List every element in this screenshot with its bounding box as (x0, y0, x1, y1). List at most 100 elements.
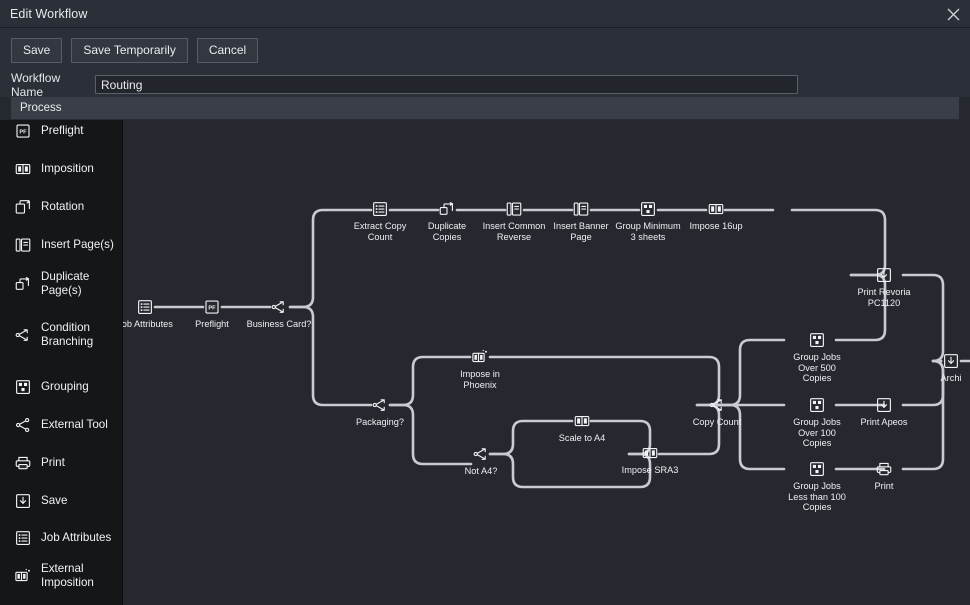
duplicate-pages-icon (438, 200, 456, 218)
sidebar-item-label: External Imposition (41, 562, 94, 589)
page-title: Edit Workflow (10, 6, 88, 21)
sidebar-item-external-tool[interactable]: External Tool (0, 415, 122, 434)
rotation-icon (13, 197, 32, 216)
grouping-icon (639, 200, 657, 218)
grouping-icon (808, 396, 826, 414)
sidebar-item-job-attributes[interactable]: Job Attributes (0, 528, 122, 547)
close-icon[interactable] (942, 4, 964, 24)
sidebar-item-label: Condition Branching (41, 321, 94, 348)
workflow-node-label: Impose 16up (689, 221, 743, 231)
workflow-node-business-card[interactable]: Business Card? (229, 298, 329, 330)
workflow-canvas[interactable]: Job AttributesPFPreflightBusiness Card?E… (123, 120, 970, 605)
sidebar-item-label: Print (41, 455, 65, 469)
insert-pages-icon (505, 200, 523, 218)
external-imposition-icon (13, 566, 32, 585)
save-icon (875, 266, 893, 284)
workflow-node-label: Business Card? (246, 319, 312, 329)
workflow-name-label: Workflow Name (11, 70, 61, 99)
condition-branching-icon (472, 445, 490, 463)
workflow-node-packaging[interactable]: Packaging? (330, 396, 430, 428)
save-icon (875, 396, 893, 414)
save-temporarily-button[interactable]: Save Temporarily (71, 38, 188, 63)
job-attributes-icon (371, 200, 389, 218)
condition-branching-icon (270, 298, 288, 316)
svg-text:PF: PF (208, 305, 216, 311)
preflight-icon: PF (13, 121, 32, 140)
workflow-name-row: Workflow Name (0, 70, 970, 99)
sidebar-item-save[interactable]: Save (0, 491, 122, 510)
sidebar-item-label: Insert Page(s) (41, 237, 114, 251)
workflow-node-impose-16up[interactable]: Impose 16up (666, 200, 766, 232)
imposition-icon (707, 200, 725, 218)
sidebar-item-label: Imposition (41, 161, 94, 175)
workflow-node-label: Archi (940, 373, 962, 383)
preflight-icon: PF (203, 298, 221, 316)
workflow-node-label: Impose in Phoenix (460, 369, 500, 390)
save-icon (13, 491, 32, 510)
imposition-icon (573, 412, 591, 430)
save-icon (942, 352, 960, 370)
job-attributes-icon (13, 528, 32, 547)
process-section-header: Process (11, 97, 959, 120)
process-label: Process (20, 102, 62, 114)
sidebar-item-label: Job Attributes (41, 530, 112, 544)
title-bar: Edit Workflow (0, 0, 970, 28)
grouping-icon (808, 460, 826, 478)
workflow-node-impose-sra3[interactable]: Impose SRA3 (600, 444, 700, 476)
workflow-node-print-revoria[interactable]: Print Revoria PC1120 (834, 266, 934, 308)
grouping-icon (808, 331, 826, 349)
workflow-node-scale-a4[interactable]: Scale to A4 (532, 412, 632, 444)
sidebar-item-insert-page-s[interactable]: Insert Page(s) (0, 235, 122, 254)
workflow-node-label: Group Jobs Over 500 Copies (793, 352, 841, 384)
cancel-button[interactable]: Cancel (196, 38, 259, 63)
insert-pages-icon (13, 235, 32, 254)
imposition-icon (13, 159, 32, 178)
workflow-node-print[interactable]: Print (834, 460, 934, 492)
insert-pages-icon (572, 200, 590, 218)
duplicate-pages-icon (13, 274, 32, 293)
sidebar-item-label: Rotation (41, 199, 85, 213)
sidebar-item-rotation[interactable]: Rotation (0, 197, 122, 216)
sidebar-item-external-imposition[interactable]: External Imposition (0, 562, 122, 589)
workflow-name-input[interactable] (95, 75, 798, 94)
sidebar-item-print[interactable]: Print (0, 453, 122, 472)
workflow-node-group-over-500[interactable]: Group Jobs Over 500 Copies (767, 331, 867, 384)
edit-workflow-dialog: Edit Workflow Save Save Temporarily Canc… (0, 0, 970, 605)
print-icon (875, 460, 893, 478)
sidebar-item-duplicate-page-s[interactable]: Duplicate Page(s) (0, 270, 122, 297)
toolbar: Save Save Temporarily Cancel (0, 28, 970, 73)
workflow-node-impose-phoenix[interactable]: Impose in Phoenix (430, 348, 530, 390)
workflow-node-label: Print Revoria PC1120 (857, 287, 911, 308)
workflow-node-archive[interactable]: Archi (901, 352, 970, 384)
sidebar-item-label: Preflight (41, 123, 84, 137)
workflow-node-label: Copy Count (692, 417, 742, 427)
workflow-node-copy-count[interactable]: Copy Count (667, 396, 767, 428)
grouping-icon (13, 377, 32, 396)
sidebar-item-condition-branching[interactable]: Condition Branching (0, 321, 122, 348)
save-button[interactable]: Save (11, 38, 63, 63)
sidebar-item-label: External Tool (41, 417, 108, 431)
job-attributes-icon (136, 298, 154, 316)
print-icon (13, 453, 32, 472)
workflow-node-label: Preflight (195, 319, 229, 329)
workflow-node-label: Scale to A4 (558, 433, 606, 443)
workflow-node-label: Not A4? (464, 466, 498, 476)
external-imposition-icon (471, 348, 489, 366)
condition-branching-icon (708, 396, 726, 414)
palette-sidebar[interactable]: PF Preflight Imposition Rotation Insert Page… (0, 120, 123, 605)
condition-branching-icon (371, 396, 389, 414)
sidebar-item-label: Grouping (41, 379, 89, 393)
svg-text:PF: PF (19, 129, 27, 135)
workflow-node-label: Packaging? (355, 417, 404, 427)
workflow-node-label: Impose SRA3 (621, 465, 679, 475)
workflow-node-label: Duplicate Copies (427, 221, 467, 242)
workflow-node-print-apeos[interactable]: Print Apeos (834, 396, 934, 428)
sidebar-item-preflight[interactable]: PF Preflight (0, 121, 122, 140)
external-tool-icon (13, 415, 32, 434)
sidebar-item-label: Duplicate Page(s) (41, 270, 90, 297)
workflow-node-label: Print (874, 481, 894, 491)
workflow-node-label: Print Apeos (860, 417, 908, 427)
sidebar-item-grouping[interactable]: Grouping (0, 377, 122, 396)
workflow-node-not-a4[interactable]: Not A4? (431, 445, 531, 477)
sidebar-item-imposition[interactable]: Imposition (0, 159, 122, 178)
